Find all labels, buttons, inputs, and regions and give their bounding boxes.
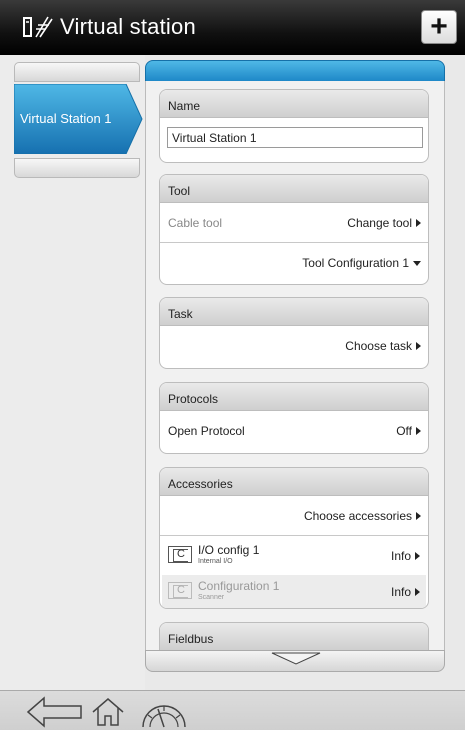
info-label: Info xyxy=(390,549,411,563)
scroll-down-button[interactable] xyxy=(145,650,445,672)
station-detail-panel: Name Tool Cable tool Change tool Tool Co… xyxy=(145,60,445,672)
chevron-right-icon xyxy=(416,427,421,435)
choose-task-label: Choose task xyxy=(345,339,412,353)
chevron-down-icon xyxy=(413,261,421,266)
accessory-subtitle: Internal I/O xyxy=(198,558,233,565)
accessory-item[interactable]: C Configuration 1 Scanner Info xyxy=(162,575,426,608)
panel-top-bar xyxy=(145,60,445,82)
task-section-title: Task xyxy=(160,298,428,326)
panel-body[interactable]: Name Tool Cable tool Change tool Tool Co… xyxy=(145,81,445,651)
config-icon: C xyxy=(168,582,192,599)
tool-section-title: Tool xyxy=(160,175,428,203)
protocols-section: Protocols Open Protocol Off xyxy=(159,382,429,454)
station-list-bottom-tab xyxy=(14,158,140,178)
task-section: Task Choose task xyxy=(159,297,429,369)
chevron-right-icon xyxy=(415,552,420,560)
change-tool-label: Change tool xyxy=(347,216,412,230)
choose-accessories-link[interactable]: Choose accessories xyxy=(304,509,421,523)
accessory-info-link[interactable]: Info xyxy=(391,585,420,599)
accessories-section-title: Accessories xyxy=(160,468,428,496)
accessory-info-link[interactable]: Info xyxy=(391,549,420,563)
back-arrow-icon[interactable] xyxy=(26,695,84,729)
protocol-value[interactable]: Off xyxy=(396,424,421,438)
protocol-row[interactable]: Open Protocol Off xyxy=(160,411,428,451)
station-tab-virtual-station-1[interactable]: Virtual Station 1 xyxy=(14,84,144,154)
accessory-subtitle: Scanner xyxy=(198,594,225,601)
config-icon: C xyxy=(168,546,192,563)
tool-row: Cable tool Change tool xyxy=(160,203,428,243)
footer-nav xyxy=(0,690,465,730)
chevron-right-icon xyxy=(415,588,420,596)
home-icon[interactable] xyxy=(90,695,126,729)
accessory-item[interactable]: C I/O config 1 Internal I/O Info xyxy=(162,539,426,573)
station-name-input[interactable] xyxy=(167,127,423,148)
tool-config-label: Tool Configuration 1 xyxy=(302,256,409,270)
accessory-name: Configuration 1 xyxy=(198,579,280,593)
protocols-section-title: Protocols xyxy=(160,383,428,411)
name-row xyxy=(160,118,428,158)
chevron-right-icon xyxy=(416,342,421,350)
tool-section: Tool Cable tool Change tool Tool Configu… xyxy=(159,174,429,285)
station-list: Virtual Station 1 xyxy=(0,55,145,695)
name-section: Name xyxy=(159,89,429,163)
protocol-name: Open Protocol xyxy=(168,424,245,438)
fieldbus-section-title: Fieldbus xyxy=(160,623,428,651)
config-icon-letter: C xyxy=(177,548,185,560)
task-row: Choose task xyxy=(160,326,428,366)
tool-config-row: Tool Configuration 1 xyxy=(160,243,428,283)
choose-accessories-label: Choose accessories xyxy=(303,509,412,523)
config-icon-letter: C xyxy=(177,584,185,596)
gauge-icon[interactable] xyxy=(140,695,188,729)
station-tab-label: Virtual Station 1 xyxy=(20,111,112,126)
station-list-top-tab xyxy=(14,62,140,82)
header-bar: Virtual station + xyxy=(0,0,465,55)
info-label: Info xyxy=(390,585,411,599)
tools-icon xyxy=(23,16,53,38)
fieldbus-section: Fieldbus xyxy=(159,622,429,651)
tool-name: Cable tool xyxy=(168,216,223,230)
chevron-right-icon xyxy=(416,512,421,520)
choose-task-link[interactable]: Choose task xyxy=(345,339,421,353)
add-button[interactable]: + xyxy=(421,10,457,44)
accessories-section: Accessories Choose accessories C I/O con… xyxy=(159,467,429,609)
accessory-name: I/O config 1 xyxy=(198,543,260,557)
choose-accessories-row: Choose accessories xyxy=(160,496,428,536)
plus-icon: + xyxy=(430,10,448,43)
protocol-value-label: Off xyxy=(396,424,412,438)
change-tool-link[interactable]: Change tool xyxy=(347,216,421,230)
page-title: Virtual station xyxy=(60,14,196,39)
chevron-right-icon xyxy=(416,219,421,227)
chevron-down-icon xyxy=(271,652,321,665)
name-section-title: Name xyxy=(160,90,428,118)
tool-config-dropdown[interactable]: Tool Configuration 1 xyxy=(302,256,421,270)
